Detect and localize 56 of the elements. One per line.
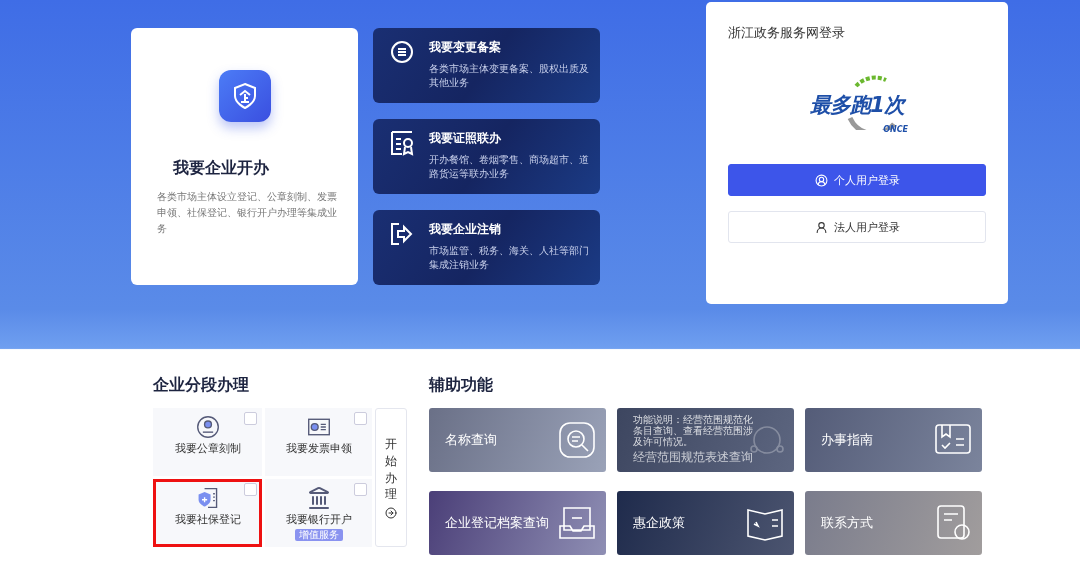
checkbox[interactable] bbox=[244, 483, 257, 496]
function-tile[interactable]: 企业登记档案查询 bbox=[429, 491, 606, 555]
tile-label: 联系方式 bbox=[821, 514, 873, 532]
tile-label: 办事指南 bbox=[821, 431, 873, 449]
card-description: 各类市场主体变更备案、股权出质及其他业务 bbox=[429, 62, 590, 90]
user-icon bbox=[814, 173, 828, 187]
service-card[interactable]: 我要证照联办 开办餐馆、卷烟零售、商场超市、道路货运等联办业务 bbox=[373, 119, 600, 194]
tile-label: 我要社保登记 bbox=[174, 511, 241, 527]
logo: 最多跑1次 ONCE bbox=[792, 70, 922, 140]
stage-tile[interactable]: 我要社保登记 bbox=[153, 479, 262, 547]
search-icon bbox=[558, 421, 596, 459]
tile-label: 我要银行开户 bbox=[285, 511, 352, 527]
checkbox[interactable] bbox=[354, 483, 367, 496]
tag: 增值服务 bbox=[294, 528, 343, 541]
card-title: 我要企业注销 bbox=[429, 221, 502, 238]
stamp-icon bbox=[195, 414, 220, 439]
tile-label: 经营范围规范表述查询 bbox=[633, 449, 754, 466]
function-tile[interactable]: 功能说明：经营范围规范化条目查询、查看经营范围涉及许可情况。 经营范围规范表述查询 bbox=[617, 408, 794, 472]
card-description: 开办餐馆、卷烟零售、商场超市、道路货运等联办业务 bbox=[429, 153, 590, 181]
bank-icon bbox=[306, 485, 331, 510]
stage-tile[interactable]: 我要发票申领 bbox=[265, 408, 372, 476]
start-button[interactable]: 开始办理 bbox=[375, 408, 407, 547]
login-title: 浙江政务服务网登录 bbox=[728, 24, 846, 42]
card-description: 市场监管、税务、海关、人社等部门集成注销业务 bbox=[429, 244, 590, 272]
tray-icon bbox=[558, 504, 596, 542]
login-button[interactable]: 法人用户登录 bbox=[728, 211, 986, 243]
card-title: 我要企业开办 bbox=[173, 158, 270, 179]
person-icon bbox=[814, 220, 828, 234]
arrow-right-icon bbox=[385, 507, 397, 520]
card-title: 我要变更备案 bbox=[429, 39, 502, 56]
function-tile[interactable]: 惠企政策 bbox=[617, 491, 794, 555]
function-tile[interactable]: 名称查询 bbox=[429, 408, 606, 472]
tile-label: 惠企政策 bbox=[633, 514, 685, 532]
tile-label: 我要发票申领 bbox=[285, 440, 352, 456]
card-title: 我要证照联办 bbox=[429, 130, 502, 147]
stage-tile[interactable]: 我要公章刻制 bbox=[153, 408, 262, 476]
section-title: 企业分段办理 bbox=[153, 375, 250, 395]
section-title: 辅助功能 bbox=[429, 375, 494, 395]
checkbox[interactable] bbox=[354, 412, 367, 425]
service-card[interactable]: 我要变更备案 各类市场主体变更备案、股权出质及其他业务 bbox=[373, 28, 600, 103]
tile-label: 名称查询 bbox=[445, 431, 497, 449]
tile-label: 企业登记档案查询 bbox=[445, 514, 549, 532]
list-circle-icon bbox=[389, 39, 415, 65]
card-description: 各类市场主体设立登记、公章刻制、发票申领、社保登记、银行开户办理等集成业务 bbox=[157, 190, 337, 236]
start-card[interactable]: 我要企业开办 各类市场主体设立登记、公章刻制、发票申领、社保登记、银行开户办理等集成业务 bbox=[131, 28, 358, 285]
service-card[interactable]: 我要企业注销 市场监管、税务、海关、人社等部门集成注销业务 bbox=[373, 210, 600, 285]
function-tile[interactable]: 办事指南 bbox=[805, 408, 982, 472]
stage-tile[interactable]: 我要银行开户 增值服务 bbox=[265, 479, 372, 547]
certificate-icon bbox=[389, 130, 415, 156]
login-button[interactable]: 个人用户登录 bbox=[728, 164, 986, 196]
exit-icon bbox=[389, 221, 415, 247]
enterprise-shield-icon bbox=[219, 70, 271, 122]
checkbox[interactable] bbox=[244, 412, 257, 425]
tile-description: 功能说明：经营范围规范化条目查询、查看经营范围涉及许可情况。 bbox=[633, 414, 754, 447]
function-tile[interactable]: 联系方式 bbox=[805, 491, 982, 555]
tile-label: 我要公章刻制 bbox=[174, 440, 241, 456]
